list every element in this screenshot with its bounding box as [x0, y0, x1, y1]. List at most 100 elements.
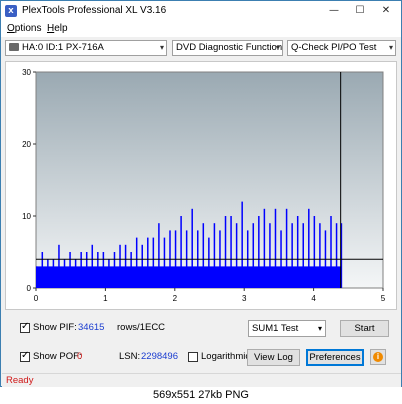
y-tick-label: 20 [22, 140, 31, 149]
pi-bar [335, 223, 338, 288]
pi-bar [108, 259, 110, 288]
sum-test-select[interactable]: SUM1 Test ▾ [248, 320, 326, 337]
pif-value: 34615 [78, 322, 105, 333]
test-select-value: Q-Check PI/PO Test [291, 42, 377, 53]
menu-help[interactable]: Help [47, 23, 68, 34]
pi-bar [235, 223, 238, 288]
test-select[interactable]: Q-Check PI/PO Test ▾ [287, 40, 396, 56]
show-pif-checkbox[interactable] [20, 321, 30, 333]
image-caption: 569x551 27kb PNG [0, 387, 402, 404]
pi-bar [58, 244, 60, 288]
x-tick-label: 2 [173, 294, 178, 303]
info-icon: i [373, 352, 383, 362]
pi-bar [36, 266, 38, 288]
pipo-chart-panel: 0 10 20 30 0 1 2 3 4 5 [5, 61, 397, 310]
view-log-button[interactable]: View Log [247, 349, 300, 366]
y-tick-label: 30 [22, 68, 31, 77]
pi-bar [274, 208, 277, 288]
pi-bar [191, 208, 193, 288]
pi-bar [85, 252, 88, 288]
show-pif-label: Show PIF: [33, 322, 77, 333]
pi-bar [74, 259, 77, 288]
pi-bar [269, 223, 271, 288]
pi-bar [296, 216, 299, 288]
pi-bar [208, 237, 210, 288]
pi-bar [330, 216, 332, 288]
chevron-down-icon: ▾ [159, 43, 164, 52]
pi-bar [224, 216, 227, 288]
x-tick-label: 5 [381, 294, 386, 303]
x-tick-label: 4 [311, 294, 316, 303]
drive-icon [9, 43, 19, 51]
pi-bar [258, 216, 260, 288]
pi-bar [308, 208, 310, 288]
pi-bar [180, 216, 182, 288]
logarithmic-checkbox[interactable] [188, 352, 198, 362]
y-tick-label: 10 [22, 212, 31, 221]
pi-bar [319, 223, 321, 288]
pipo-chart: 0 10 20 30 0 1 2 3 4 5 [22, 68, 386, 303]
pi-bar [80, 252, 82, 288]
pi-bar [152, 237, 155, 288]
x-tick-label: 1 [103, 294, 108, 303]
window-title: PlexTools Professional XL V3.16 [22, 5, 167, 16]
info-button[interactable]: i [370, 349, 386, 365]
chevron-down-icon: ▾ [317, 324, 322, 333]
pi-bar [291, 223, 293, 288]
y-tick-label: 0 [27, 284, 32, 293]
pof-value: 0 [77, 351, 83, 362]
preferences-button[interactable]: Preferences [306, 349, 364, 366]
maximize-icon[interactable]: ☐ [347, 1, 373, 22]
pof-row: Show POF: 0 LSN: 2298496 Logarithmic Vie… [1, 346, 401, 366]
drive-select-value: HA:0 ID:1 PX-716A [22, 42, 104, 53]
pi-bar [102, 252, 105, 288]
pi-bar [41, 252, 44, 288]
sum-test-value: SUM1 Test [252, 323, 299, 334]
show-pof-label: Show POF: [33, 351, 82, 362]
lsn-value: 2298496 [141, 351, 178, 362]
pi-bar [124, 244, 127, 288]
minimize-icon[interactable]: — [321, 1, 347, 22]
lsn-label: LSN: [119, 351, 141, 362]
drive-select[interactable]: HA:0 ID:1 PX-716A ▾ [5, 40, 167, 56]
pi-bar [97, 252, 99, 288]
pi-bar [141, 244, 143, 288]
pi-bar [252, 223, 255, 288]
pi-bar [91, 244, 94, 288]
pif-row: Show PIF: 34615 rows/1ECC SUM1 Test ▾ St… [1, 318, 401, 338]
app-window: X PlexTools Professional XL V3.16 — ☐ ✕ … [0, 0, 402, 387]
pi-bar [213, 223, 216, 288]
pif-unit: rows/1ECC [117, 322, 166, 333]
x-tick-label: 0 [34, 294, 39, 303]
pi-bar [113, 252, 116, 288]
x-tick-label: 3 [242, 294, 247, 303]
pi-bar [285, 208, 288, 288]
title-bar: X PlexTools Professional XL V3.16 — ☐ ✕ [1, 1, 401, 22]
chevron-down-icon: ▾ [388, 43, 393, 52]
pi-bar [47, 259, 49, 288]
plextools-app-icon: X [5, 5, 17, 17]
pi-bar [241, 201, 243, 288]
pi-bar [163, 237, 166, 288]
pi-bar [147, 237, 149, 288]
pi-bar [302, 223, 304, 288]
pi-bar [63, 259, 66, 288]
pi-bar [263, 208, 266, 288]
pi-bar [69, 252, 71, 288]
pi-bar [119, 244, 121, 288]
pi-bar [230, 216, 232, 288]
function-select[interactable]: DVD Diagnostic Functions ▾ [172, 40, 283, 56]
show-pof-checkbox[interactable] [20, 350, 30, 362]
pi-bar [313, 216, 316, 288]
pi-bar [135, 237, 138, 288]
logarithmic-label: Logarithmic [201, 351, 251, 362]
chevron-down-icon: ▾ [275, 43, 280, 52]
menu-bar: Options Help [1, 22, 401, 37]
menu-options[interactable]: Options [7, 23, 41, 34]
start-button[interactable]: Start [340, 320, 389, 337]
status-text: Ready [6, 375, 34, 386]
pi-bar [52, 259, 55, 288]
status-bar: Ready [2, 373, 401, 387]
pi-bar [158, 223, 160, 288]
close-icon[interactable]: ✕ [373, 1, 399, 22]
